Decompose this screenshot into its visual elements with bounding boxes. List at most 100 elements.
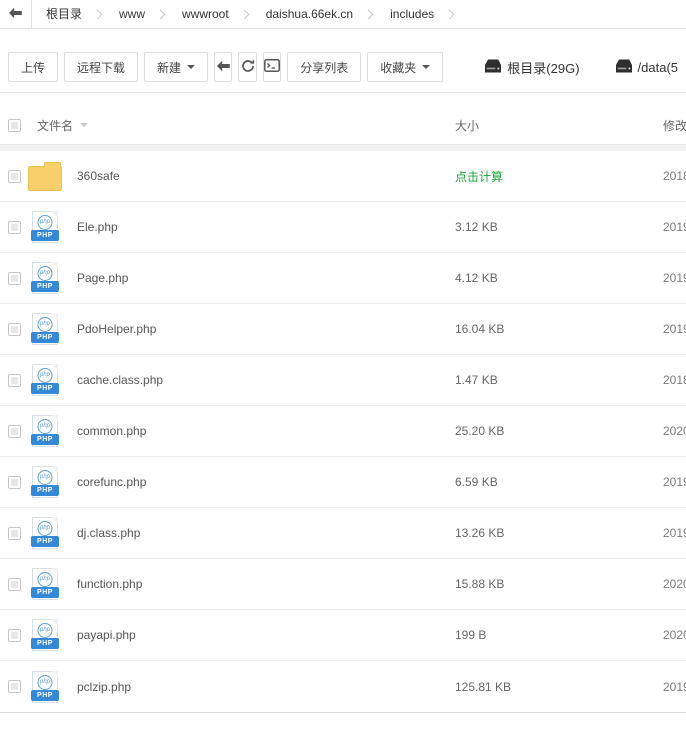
table-header-divider xyxy=(0,144,686,151)
toolbar: 上传 远程下载 新建 分享列表 收藏夹 根目录(29G) /data(5 xyxy=(0,29,686,93)
file-size: 125.81 KB xyxy=(455,680,511,694)
file-modified: 2018 xyxy=(663,169,686,183)
breadcrumb-bar: 根目录 www wwwroot daishua.66ek.cn includes xyxy=(0,0,686,29)
back-button[interactable] xyxy=(0,0,32,28)
php-file-icon: php PHP xyxy=(32,568,58,600)
file-size: 16.04 KB xyxy=(455,322,504,336)
row-checkbox[interactable] xyxy=(8,527,21,540)
php-file-icon: php PHP xyxy=(32,517,58,549)
breadcrumb-item[interactable]: www xyxy=(105,0,149,28)
new-button[interactable]: 新建 xyxy=(144,52,208,82)
file-size: 15.88 KB xyxy=(455,577,504,591)
table-header: 文件名 大小 修改 xyxy=(0,106,686,144)
file-list: 360safe 点击计算 2018 php PHP Ele.php 3.12 K… xyxy=(0,151,686,713)
column-header-filename[interactable]: 文件名 xyxy=(37,117,88,134)
file-modified: 2019 xyxy=(663,526,686,540)
table-row[interactable]: php PHP dj.class.php 13.26 KB 2019 xyxy=(0,508,686,559)
file-name-link[interactable]: corefunc.php xyxy=(77,475,146,489)
file-modified: 2019 xyxy=(663,322,686,336)
table-row[interactable]: 360safe 点击计算 2018 xyxy=(0,151,686,202)
breadcrumb-item[interactable]: wwwroot xyxy=(168,0,233,28)
file-name-link[interactable]: dj.class.php xyxy=(77,526,140,540)
chevron-right-icon xyxy=(364,9,374,19)
breadcrumb-item[interactable]: includes xyxy=(376,0,438,28)
file-modified: 2019 xyxy=(663,680,686,694)
chevron-right-icon xyxy=(156,9,166,19)
select-all-checkbox[interactable] xyxy=(8,119,21,132)
php-file-icon: php PHP xyxy=(32,671,58,703)
refresh-icon xyxy=(241,59,255,76)
table-row[interactable]: php PHP corefunc.php 6.59 KB 2019 xyxy=(0,457,686,508)
breadcrumb-item[interactable]: 根目录 xyxy=(32,0,86,28)
favorites-button[interactable]: 收藏夹 xyxy=(367,52,443,82)
file-size: 13.26 KB xyxy=(455,526,504,540)
calc-size-link[interactable]: 点击计算 xyxy=(455,168,503,185)
file-name-link[interactable]: payapi.php xyxy=(77,628,136,642)
new-button-label: 新建 xyxy=(157,59,181,76)
php-file-icon: php PHP xyxy=(32,211,58,243)
back-arrow-icon xyxy=(8,7,23,22)
remote-download-button[interactable]: 远程下载 xyxy=(64,52,138,82)
refresh-button[interactable] xyxy=(238,52,256,82)
chevron-down-icon xyxy=(187,65,195,73)
file-name-link[interactable]: pclzip.php xyxy=(77,680,131,694)
breadcrumb-item[interactable]: daishua.66ek.cn xyxy=(252,0,357,28)
table-row[interactable]: php PHP pclzip.php 125.81 KB 2019 xyxy=(0,661,686,712)
folder-icon xyxy=(28,166,62,191)
favorites-button-label: 收藏夹 xyxy=(380,59,416,76)
chevron-right-icon xyxy=(445,9,455,19)
php-file-icon: php PHP xyxy=(32,415,58,447)
php-file-icon: php PHP xyxy=(32,262,58,294)
file-size: 25.20 KB xyxy=(455,424,504,438)
file-name-link[interactable]: cache.class.php xyxy=(77,373,163,387)
row-checkbox[interactable] xyxy=(8,578,21,591)
row-checkbox[interactable] xyxy=(8,221,21,234)
file-modified: 2020 xyxy=(663,628,686,642)
file-modified: 2020 xyxy=(663,424,686,438)
file-modified: 2020 xyxy=(663,577,686,591)
table-row[interactable]: php PHP Page.php 4.12 KB 2019 xyxy=(0,253,686,304)
file-size: 6.59 KB xyxy=(455,475,498,489)
disk-data[interactable]: /data(5 xyxy=(616,59,678,76)
disk-root[interactable]: 根目录(29G) xyxy=(485,58,579,77)
file-size: 3.12 KB xyxy=(455,220,498,234)
row-checkbox[interactable] xyxy=(8,170,21,183)
file-name-link[interactable]: common.php xyxy=(77,424,146,438)
php-file-icon: php PHP xyxy=(32,619,58,651)
share-list-button[interactable]: 分享列表 xyxy=(287,52,361,82)
table-row[interactable]: php PHP function.php 15.88 KB 2020 xyxy=(0,559,686,610)
file-name-link[interactable]: 360safe xyxy=(77,169,120,183)
file-name-link[interactable]: Ele.php xyxy=(77,220,118,234)
terminal-button[interactable] xyxy=(263,52,281,82)
row-checkbox[interactable] xyxy=(8,629,21,642)
row-checkbox[interactable] xyxy=(8,323,21,336)
file-name-link[interactable]: Page.php xyxy=(77,271,128,285)
row-checkbox[interactable] xyxy=(8,476,21,489)
table-row[interactable]: php PHP cache.class.php 1.47 KB 2018 xyxy=(0,355,686,406)
file-name-link[interactable]: PdoHelper.php xyxy=(77,322,156,336)
column-header-size[interactable]: 大小 xyxy=(455,117,479,134)
chevron-right-icon xyxy=(93,9,103,19)
table-row[interactable]: php PHP common.php 25.20 KB 2020 xyxy=(0,406,686,457)
table-row[interactable]: php PHP Ele.php 3.12 KB 2019 xyxy=(0,202,686,253)
row-checkbox[interactable] xyxy=(8,425,21,438)
table-row[interactable]: php PHP PdoHelper.php 16.04 KB 2019 xyxy=(0,304,686,355)
row-checkbox[interactable] xyxy=(8,374,21,387)
file-name-link[interactable]: function.php xyxy=(77,577,142,591)
php-file-icon: php PHP xyxy=(32,364,58,396)
column-header-modified[interactable]: 修改 xyxy=(663,117,686,134)
hdd-icon xyxy=(485,59,507,76)
php-file-icon: php PHP xyxy=(32,313,58,345)
file-modified: 2019 xyxy=(663,271,686,285)
file-size: 1.47 KB xyxy=(455,373,498,387)
back-arrow-icon xyxy=(216,60,231,75)
row-checkbox[interactable] xyxy=(8,680,21,693)
row-checkbox[interactable] xyxy=(8,272,21,285)
sort-caret-icon xyxy=(80,123,88,131)
table-row[interactable]: php PHP payapi.php 199 B 2020 xyxy=(0,610,686,661)
upload-button[interactable]: 上传 xyxy=(8,52,58,82)
breadcrumb: 根目录 www wwwroot daishua.66ek.cn includes xyxy=(32,0,457,28)
file-size: 199 B xyxy=(455,628,486,642)
back-nav-button[interactable] xyxy=(214,52,232,82)
chevron-right-icon xyxy=(239,9,249,19)
